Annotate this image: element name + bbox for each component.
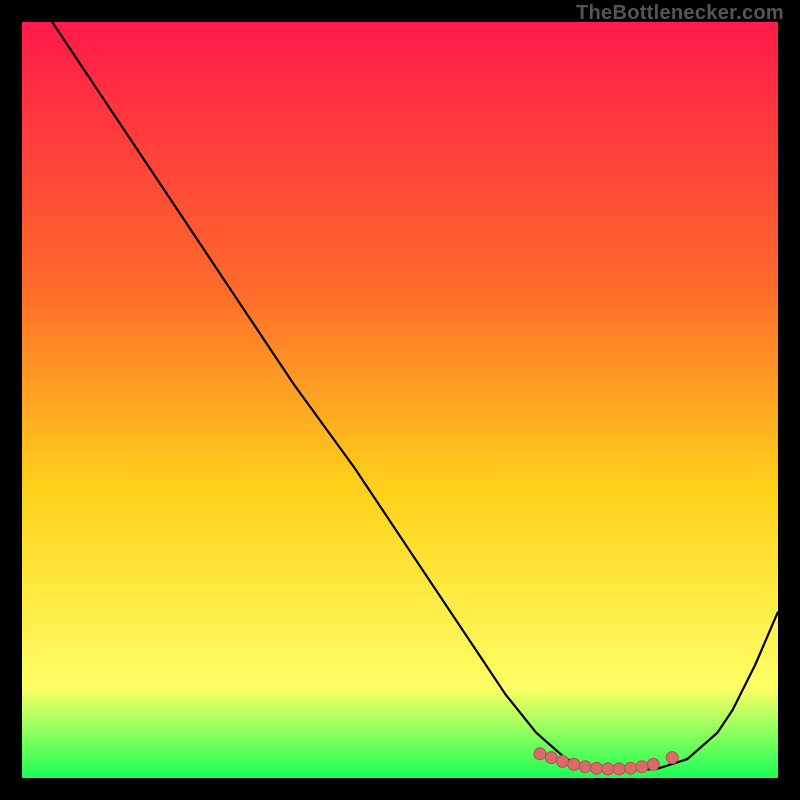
gradient-background <box>22 22 778 778</box>
marker-dot <box>579 761 591 773</box>
marker-dot <box>534 748 546 760</box>
chart-svg <box>22 22 778 778</box>
marker-dot <box>568 758 580 770</box>
marker-dot <box>602 763 614 775</box>
marker-dot <box>557 755 569 767</box>
marker-dot <box>591 762 603 774</box>
marker-dot <box>613 763 625 775</box>
chart-plot-area <box>22 22 778 778</box>
marker-dot <box>545 752 557 764</box>
marker-dot <box>636 761 648 773</box>
marker-dot <box>666 752 678 764</box>
marker-dot <box>647 758 659 770</box>
marker-dot <box>625 762 637 774</box>
